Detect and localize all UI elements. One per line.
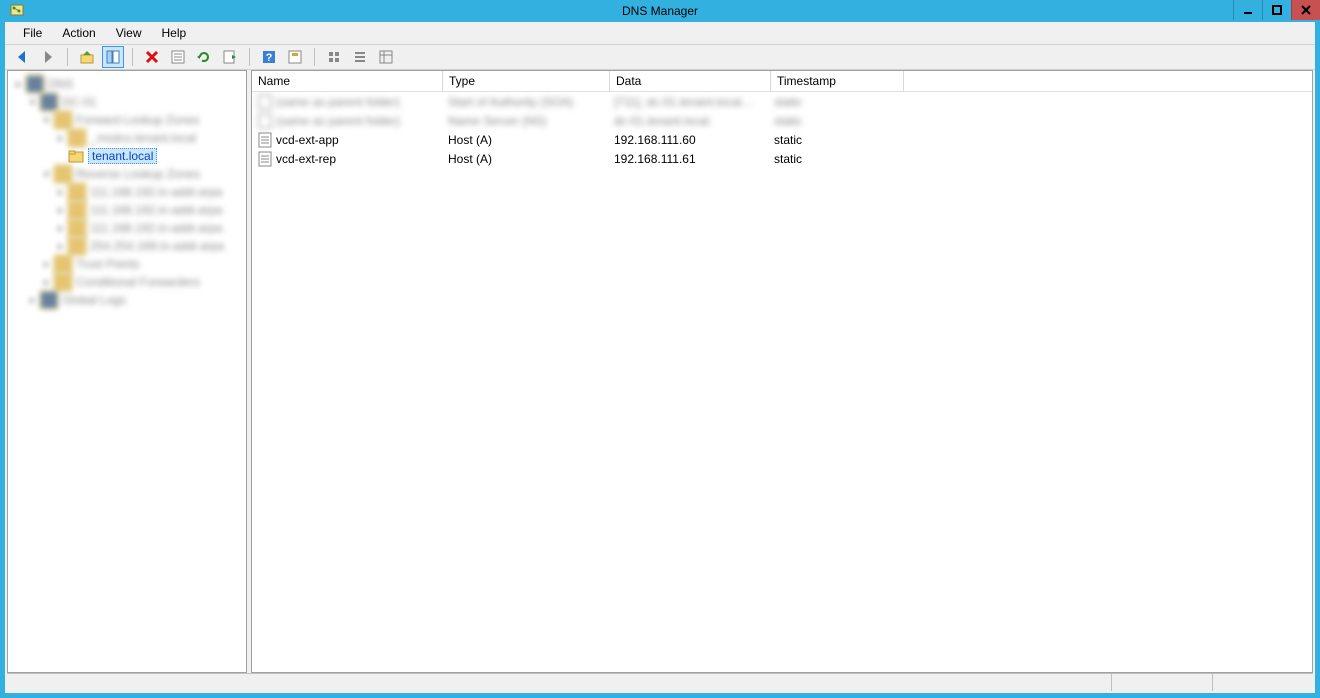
properties-button[interactable] [167, 46, 189, 68]
list-row[interactable]: (same as parent folder) Name Server (NS)… [252, 111, 1312, 130]
close-button[interactable] [1291, 0, 1320, 20]
help-button[interactable]: ? [258, 46, 280, 68]
cell-data: 192.168.111.60 [608, 133, 768, 147]
view-list-button[interactable] [349, 46, 371, 68]
cell-name: vcd-ext-rep [276, 152, 336, 166]
cell-timestamp: static [768, 114, 900, 128]
cell-timestamp: static [768, 152, 900, 166]
list-row[interactable]: vcd-ext-app Host (A) 192.168.111.60 stat… [252, 130, 1312, 149]
column-type[interactable]: Type [443, 71, 610, 91]
cell-timestamp: static [768, 133, 900, 147]
list-row[interactable]: vcd-ext-rep Host (A) 192.168.111.61 stat… [252, 149, 1312, 168]
filter-button[interactable] [284, 46, 306, 68]
cell-type: Name Server (NS) [442, 114, 608, 128]
minimize-button[interactable] [1233, 0, 1262, 20]
cell-data: dc-01.tenant.local. [608, 114, 768, 128]
window-title: DNS Manager [0, 4, 1320, 18]
cell-type: Host (A) [442, 152, 608, 166]
toolbar: ? [5, 45, 1315, 70]
column-name[interactable]: Name [252, 71, 443, 91]
cell-name: (same as parent folder) [276, 114, 400, 128]
cell-data: 192.168.111.61 [608, 152, 768, 166]
menu-file[interactable]: File [13, 24, 52, 42]
cell-timestamp: static [768, 95, 900, 109]
toolbar-separator [132, 48, 133, 66]
list-panel: Name Type Data Timestamp (same as parent… [251, 70, 1313, 673]
cell-name: (same as parent folder) [276, 95, 400, 109]
app-icon [8, 2, 26, 20]
status-cell [1111, 674, 1212, 691]
menu-help[interactable]: Help [152, 24, 197, 42]
menu-view[interactable]: View [106, 24, 152, 42]
delete-button[interactable] [141, 46, 163, 68]
menu-action[interactable]: Action [52, 24, 105, 42]
cell-data: [711], dc-01.tenant.local… [608, 95, 768, 109]
list-header: Name Type Data Timestamp [252, 71, 1312, 92]
up-folder-button[interactable] [76, 46, 98, 68]
list-body[interactable]: (same as parent folder) Start of Authori… [252, 92, 1312, 672]
nav-forward-button[interactable] [37, 46, 59, 68]
title-bar: DNS Manager [0, 0, 1320, 22]
tree-item-tenant-local[interactable]: tenant.local [10, 147, 244, 165]
view-icons-button[interactable] [323, 46, 345, 68]
nav-back-button[interactable] [11, 46, 33, 68]
menu-bar: File Action View Help [5, 22, 1315, 45]
status-cell [1212, 674, 1313, 691]
cell-name: vcd-ext-app [276, 133, 339, 147]
tree-item-label: tenant.local [88, 148, 157, 164]
refresh-button[interactable] [193, 46, 215, 68]
maximize-button[interactable] [1262, 0, 1291, 20]
cell-type: Host (A) [442, 133, 608, 147]
column-data[interactable]: Data [610, 71, 771, 91]
column-timestamp[interactable]: Timestamp [771, 71, 904, 91]
status-bar [7, 673, 1313, 691]
toolbar-separator [67, 48, 68, 66]
toolbar-separator [249, 48, 250, 66]
show-tree-button[interactable] [102, 46, 124, 68]
cell-type: Start of Authority (SOA) [442, 95, 608, 109]
view-details-button[interactable] [375, 46, 397, 68]
tree-panel[interactable]: ▸DNS ▾DC-01 ▾Forward Lookup Zones ▸_msdc… [7, 70, 247, 673]
export-button[interactable] [219, 46, 241, 68]
list-row[interactable]: (same as parent folder) Start of Authori… [252, 92, 1312, 111]
svg-text:?: ? [266, 52, 273, 64]
toolbar-separator [314, 48, 315, 66]
